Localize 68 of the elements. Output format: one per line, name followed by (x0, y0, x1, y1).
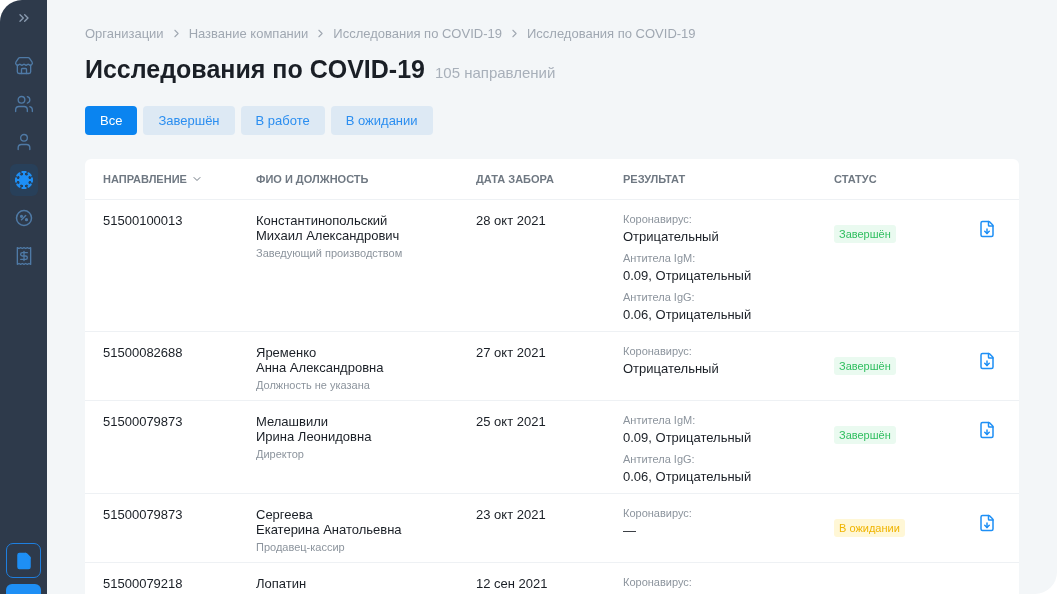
name-text: Анна Александровна (256, 360, 385, 375)
column-header[interactable]: ФИО И ДОЛЖНОСТЬ (256, 173, 369, 185)
store-icon (13, 56, 34, 76)
filter-tab[interactable]: В ожидании (330, 106, 433, 135)
download-icon[interactable] (978, 352, 996, 370)
result-value: 0.06, Отрицательный (623, 307, 753, 322)
result-label: Антитела IgG: (623, 291, 696, 303)
table-cell-text: 12 сен 2021 (476, 575, 549, 593)
table-cell-text: 51500082688 (103, 344, 184, 362)
result-value: 0.09, Отрицательный (623, 430, 753, 445)
name-text: Ирина Леонидовна (256, 429, 373, 444)
position-text: Заведующий производством (256, 247, 404, 259)
result-value: 0.06, Отрицательный (623, 469, 753, 484)
page-title: Исследования по COVID-19 (85, 55, 425, 84)
table-cell-text: 23 окт 2021 (476, 506, 547, 524)
result-label: Антитела IgM: (623, 252, 697, 264)
record-count: 105 направлений (434, 64, 556, 81)
breadcrumb-link[interactable]: Исследования по COVID-19 (526, 26, 696, 41)
status-badge: Завершён (834, 357, 896, 375)
surname-text: Сергеева (256, 507, 314, 522)
position-text: Должность не указана (256, 379, 371, 391)
document-icon (14, 551, 33, 570)
column-header[interactable]: РЕЗУЛЬТАТ (623, 173, 686, 185)
table-cell-text: 51500079218 (103, 575, 184, 593)
table-cell-text: 27 окт 2021 (476, 344, 547, 362)
filter-tab[interactable]: Завершён (143, 106, 235, 135)
result-value: Отрицательный (623, 361, 720, 376)
result-value: — (623, 523, 637, 538)
surname-text: Яременко (256, 345, 318, 360)
download-icon[interactable] (978, 421, 996, 439)
table-cell-text: 51500100013 (103, 212, 184, 230)
position-text: Продавец-кассир (256, 541, 346, 553)
status-badge: Завершён (834, 225, 896, 243)
status-badge: Завершён (834, 426, 896, 444)
result-label: Коронавирус: (623, 507, 693, 519)
result-label: Коронавирус: (623, 213, 693, 225)
column-header[interactable]: СТАТУС (834, 173, 877, 185)
result-value: 0.09, Отрицательный (623, 268, 753, 283)
surname-text: Лопатин (256, 576, 308, 591)
table-cell-text: 28 окт 2021 (476, 212, 547, 230)
surname-text: Константинопольский (256, 213, 389, 228)
result-label: Коронавирус: (623, 345, 693, 357)
table-cell-text: 51500079873 (103, 506, 184, 524)
table-cell-text: 51500079873 (103, 413, 184, 431)
document-button[interactable] (6, 543, 41, 578)
download-icon[interactable] (978, 514, 996, 532)
surname-text: Мелашвили (256, 414, 330, 429)
status-badge: В ожидании (834, 519, 905, 537)
position-text: Директор (256, 448, 305, 460)
column-header[interactable]: ДАТА ЗАБОРА (476, 173, 554, 185)
virus-icon (13, 170, 34, 190)
result-label: Антитела IgM: (623, 414, 697, 426)
sidebar-tab[interactable] (6, 584, 41, 594)
name-text: Михаил Александрович (256, 228, 401, 243)
name-text: Екатерина Анатольевна (256, 522, 403, 537)
result-value: Отрицательный (623, 229, 720, 244)
breadcrumb-link[interactable]: Исследования по COVID-19 (333, 26, 502, 41)
result-label: Коронавирус: (623, 576, 693, 588)
download-icon[interactable] (978, 220, 996, 238)
column-header[interactable]: НАПРАВЛЕНИЕ (103, 173, 187, 185)
breadcrumb-link[interactable]: Организации (85, 26, 164, 41)
nav-item[interactable] (9, 164, 38, 196)
table-cell-text: 25 окт 2021 (476, 413, 547, 431)
filter-tab[interactable]: Все (85, 106, 138, 135)
team-icon (13, 94, 34, 114)
breadcrumb-link[interactable]: Название компании (188, 26, 309, 41)
result-label: Антитела IgG: (623, 453, 696, 465)
filter-tab[interactable]: В работе (240, 106, 325, 135)
